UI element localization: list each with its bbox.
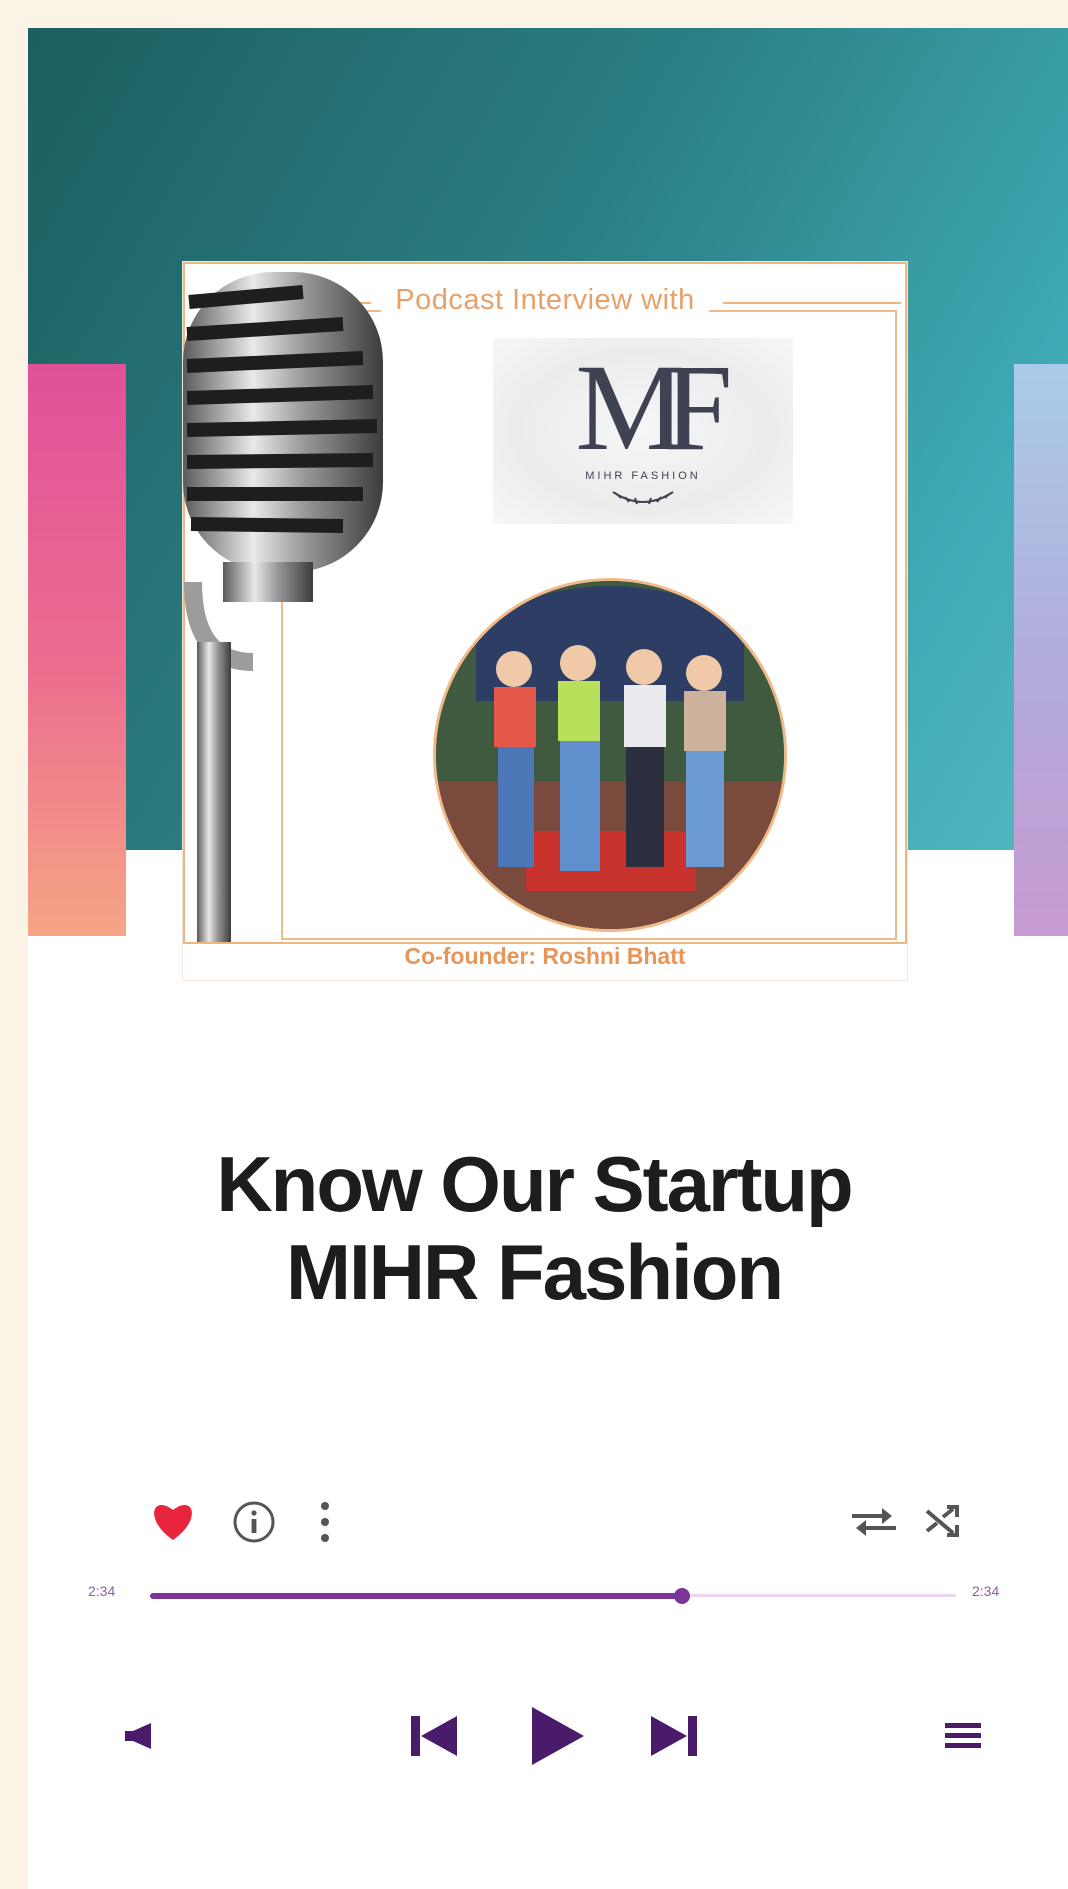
heart-icon [154, 1505, 192, 1540]
play-button[interactable] [520, 1700, 592, 1772]
skip-next-icon [651, 1716, 697, 1756]
previous-cover-peek[interactable] [28, 364, 126, 936]
total-duration: 2:34 [972, 1583, 1000, 1599]
skip-previous-icon [411, 1716, 457, 1756]
previous-button[interactable] [404, 1706, 464, 1766]
repeat-icon [852, 1508, 896, 1536]
album-cover: Podcast Interview with MF MIHR FASHION C… [183, 262, 907, 980]
queue-menu-icon [945, 1723, 981, 1748]
elapsed-time: 2:34 [88, 1583, 116, 1599]
founders-photo-image [436, 581, 784, 929]
laurel-wreath-icon [612, 491, 674, 505]
brand-logo: MF [575, 339, 732, 476]
progress-fill [150, 1593, 682, 1599]
more-vertical-icon [321, 1502, 329, 1542]
founders-photo [433, 578, 787, 932]
brand-logo-subtitle: MIHR FASHION [585, 470, 701, 482]
cover-caption: Co-founder: Roshni Bhatt [404, 943, 686, 969]
info-button[interactable] [230, 1498, 278, 1546]
progress-track[interactable] [150, 1588, 956, 1604]
volume-button[interactable] [120, 1716, 160, 1756]
queue-button[interactable] [940, 1716, 986, 1756]
cover-headline-text: Podcast Interview with [381, 284, 709, 316]
repeat-button[interactable] [846, 1500, 902, 1542]
next-button[interactable] [644, 1706, 704, 1766]
shuffle-icon [925, 1505, 959, 1537]
microphone-icon [183, 272, 383, 942]
shuffle-button[interactable] [920, 1500, 964, 1542]
episode-title-line-2: MIHR Fashion [286, 1228, 784, 1316]
episode-title-line-1: Know Our Startup [216, 1140, 853, 1228]
play-icon [532, 1707, 584, 1765]
info-icon [233, 1501, 275, 1543]
volume-icon [125, 1723, 151, 1749]
episode-title: Know Our Startup MIHR Fashion [0, 1140, 1068, 1316]
like-button[interactable] [148, 1498, 198, 1544]
progress-thumb[interactable] [673, 1588, 690, 1604]
next-cover-peek[interactable] [1014, 364, 1068, 936]
more-options-button[interactable] [310, 1498, 340, 1546]
